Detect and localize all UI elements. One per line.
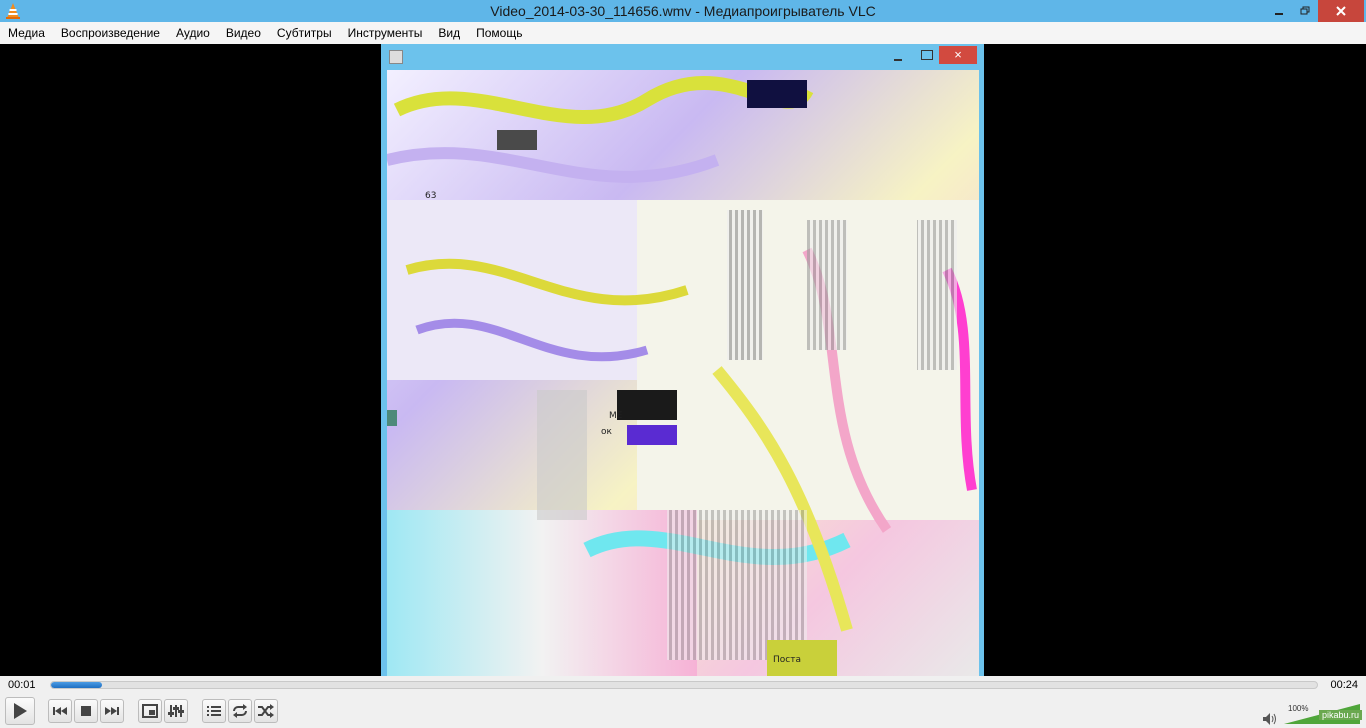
shuffle-icon [258, 704, 274, 718]
menu-video[interactable]: Видео [226, 26, 261, 40]
menu-playback[interactable]: Воспроизведение [61, 26, 160, 40]
control-bar [0, 694, 1366, 728]
menu-media[interactable]: Медиа [8, 26, 45, 40]
menu-bar: Медиа Воспроизведение Аудио Видео Субтит… [0, 22, 1366, 44]
loop-icon [233, 704, 247, 718]
glitched-video-content: 63 ME ок Поста [387, 70, 979, 676]
menu-help[interactable]: Помощь [476, 26, 522, 40]
previous-button[interactable] [48, 699, 72, 723]
stop-button[interactable] [74, 699, 98, 723]
extended-settings-button[interactable] [164, 699, 188, 723]
close-icon [1336, 6, 1346, 16]
window-title: Video_2014-03-30_114656.wmv - Медиапроиг… [490, 3, 876, 19]
fullscreen-icon [142, 704, 158, 718]
restore-button[interactable] [1292, 0, 1318, 22]
previous-icon [53, 707, 67, 715]
recorded-window-titlebar: × [381, 44, 984, 70]
video-area[interactable]: × 63 ME ок Поста [0, 44, 1366, 676]
recorded-maximize-icon [921, 50, 933, 60]
menu-view[interactable]: Вид [438, 26, 460, 40]
play-button[interactable] [5, 697, 35, 725]
menu-subtitles[interactable]: Субтитры [277, 26, 332, 40]
recorded-minimize-icon [894, 59, 902, 61]
watermark: pikabu.ru [1318, 710, 1362, 720]
menu-tools[interactable]: Инструменты [348, 26, 423, 40]
close-button[interactable] [1318, 0, 1364, 22]
menu-audio[interactable]: Аудио [176, 26, 210, 40]
fullscreen-button[interactable] [138, 699, 162, 723]
speaker-icon[interactable] [1262, 712, 1278, 726]
elapsed-time: 00:01 [8, 679, 36, 691]
seek-slider[interactable] [50, 681, 1318, 689]
minimize-button[interactable] [1266, 0, 1292, 22]
glitch-label-posta: Поста [773, 655, 801, 665]
playlist-icon [207, 706, 221, 716]
seek-progress-fill [51, 682, 102, 688]
extended-settings-icon [168, 705, 184, 717]
total-time: 00:24 [1330, 679, 1358, 691]
video-frame: × 63 ME ок Поста [381, 44, 984, 676]
loop-button[interactable] [228, 699, 252, 723]
restore-icon [1300, 6, 1310, 15]
volume-percent: 100% [1288, 704, 1309, 713]
playlist-button[interactable] [202, 699, 226, 723]
play-icon [14, 703, 27, 719]
glitch-label-63: 63 [425, 191, 436, 201]
minimize-icon [1275, 13, 1283, 15]
seek-row: 00:01 00:24 [0, 676, 1366, 694]
title-bar: Video_2014-03-30_114656.wmv - Медиапроиг… [0, 0, 1366, 22]
next-button[interactable] [100, 699, 124, 723]
recorded-close-icon: × [939, 46, 977, 64]
glitch-label-ok: ок [601, 427, 613, 437]
stop-icon [81, 706, 91, 716]
shuffle-button[interactable] [254, 699, 278, 723]
next-icon [105, 707, 119, 715]
glitch-label-me: ME [609, 411, 623, 421]
recorded-app-icon [389, 50, 403, 64]
